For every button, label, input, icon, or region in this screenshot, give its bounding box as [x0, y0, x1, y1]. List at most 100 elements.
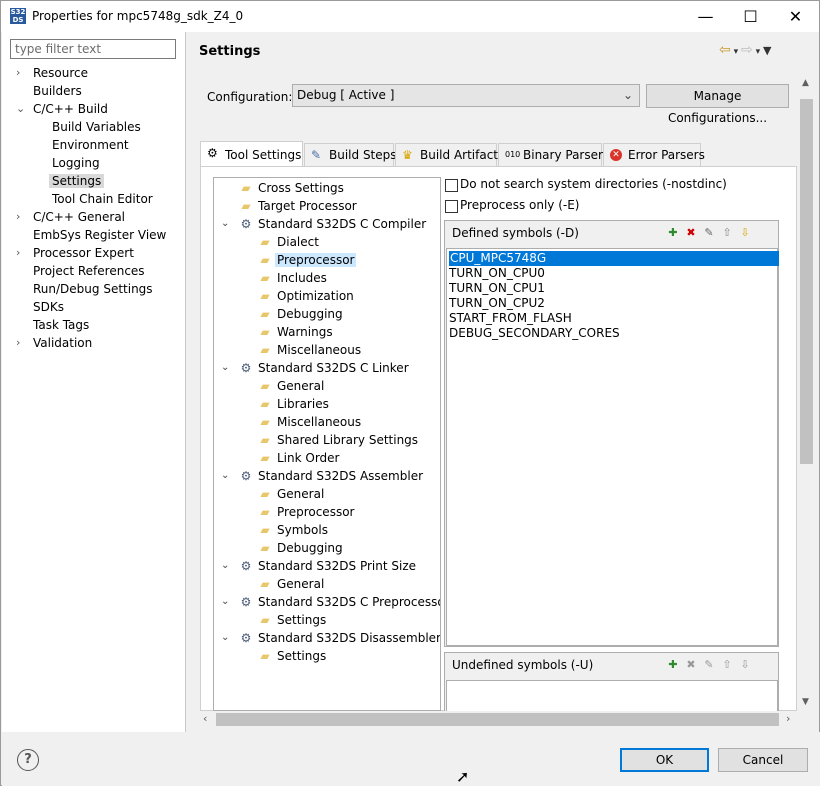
view-menu-icon[interactable]: ▼ — [763, 44, 771, 57]
move-up-icon[interactable]: ⇧ — [718, 224, 736, 242]
list-item[interactable]: START_FROM_FLASH — [449, 311, 572, 326]
sidebar-item[interactable]: ⌄ C/C++ Build — [16, 100, 108, 118]
defined-symbols-list[interactable]: CPU_MPC5748G TURN_ON_CPU0 TURN_ON_CPU1 TURN… — [446, 248, 779, 646]
edit-icon[interactable]: ✎ — [700, 224, 718, 242]
tree-item[interactable]: ▰ Includes — [257, 269, 327, 287]
tree-item[interactable]: ▰ Symbols — [257, 521, 328, 539]
tree-item[interactable]: ▰ Debugging — [257, 539, 342, 557]
chevron-right-icon[interactable]: › — [16, 64, 26, 82]
horizontal-scrollbar[interactable]: ‹ › — [198, 711, 798, 728]
filter-input[interactable]: type filter text — [10, 39, 176, 59]
sidebar-item[interactable]: Run/Debug Settings — [33, 280, 153, 298]
move-down-icon[interactable]: ⇩ — [736, 656, 754, 674]
scroll-up-icon[interactable]: ▲ — [802, 78, 809, 88]
ok-button[interactable]: OK — [620, 748, 709, 772]
add-icon[interactable]: ✚ — [664, 656, 682, 674]
delete-icon[interactable]: ✖ — [682, 656, 700, 674]
preprocess-only-checkbox[interactable] — [445, 200, 458, 213]
chevron-down-icon[interactable]: ⌄ — [221, 629, 231, 647]
horizontal-scroll-thumb[interactable] — [216, 713, 779, 726]
list-item[interactable]: TURN_ON_CPU2 — [449, 296, 545, 311]
tree-item[interactable]: ▰ Optimization — [257, 287, 353, 305]
forward-menu-icon[interactable]: ▾ — [753, 47, 763, 57]
chevron-down-icon[interactable]: ⌄ — [221, 593, 231, 611]
forward-icon[interactable]: ⇨ — [741, 42, 753, 58]
list-item[interactable]: TURN_ON_CPU0 — [449, 266, 545, 281]
tree-item[interactable]: ▰ Settings — [257, 611, 326, 629]
sidebar-item[interactable]: Builders — [33, 82, 82, 100]
close-button[interactable]: ✕ — [773, 1, 818, 32]
help-icon[interactable]: ? — [17, 749, 39, 771]
tab-tool-settings[interactable]: ⚙ Tool Settings — [200, 141, 303, 168]
tree-item[interactable]: ▰ General — [257, 575, 324, 593]
chevron-down-icon[interactable]: ⌄ — [221, 557, 231, 575]
sidebar-item[interactable]: SDKs — [33, 298, 64, 316]
delete-icon[interactable]: ✖ — [682, 224, 700, 242]
sidebar-item[interactable]: › C/C++ General — [16, 208, 125, 226]
scroll-down-icon[interactable]: ▼ — [802, 697, 809, 707]
tab-build-artifact[interactable]: ♛ Build Artifact — [395, 143, 498, 167]
chevron-down-icon[interactable]: ⌄ — [16, 100, 26, 118]
sidebar-item[interactable]: › Validation — [16, 334, 92, 352]
move-up-icon[interactable]: ⇧ — [718, 656, 736, 674]
list-item[interactable]: DEBUG_SECONDARY_CORES — [449, 326, 620, 341]
tree-item[interactable]: ⌄ ⚙ Standard S32DS C Compiler — [221, 215, 426, 233]
tree-item[interactable]: ⌄ ⚙ Standard S32DS C Preprocessor — [221, 593, 440, 611]
tree-item[interactable]: ▰ Debugging — [257, 305, 342, 323]
chevron-right-icon[interactable]: › — [16, 244, 26, 262]
sidebar-item[interactable]: › Resource — [16, 64, 88, 82]
configuration-select[interactable]: Debug [ Active ] ⌄ — [292, 84, 640, 107]
scroll-right-icon[interactable]: › — [786, 712, 790, 725]
edit-icon[interactable]: ✎ — [700, 656, 718, 674]
vertical-scroll-thumb[interactable] — [800, 99, 813, 464]
tree-item[interactable]: ▰ Settings — [257, 647, 326, 665]
sidebar-item[interactable]: Settings — [49, 172, 105, 190]
tab-error-parsers[interactable]: ✕ Error Parsers — [603, 143, 705, 167]
tree-item[interactable]: ▰ Warnings — [257, 323, 332, 341]
tree-item[interactable]: ▰ Preprocessor — [257, 503, 354, 521]
tree-item[interactable]: ▰ Target Processor — [238, 197, 356, 215]
tree-item[interactable]: ⌄ ⚙ Standard S32DS C Linker — [221, 359, 409, 377]
chevron-right-icon[interactable]: › — [16, 334, 26, 352]
chevron-down-icon[interactable]: ⌄ — [221, 359, 231, 377]
sidebar-item[interactable]: Tool Chain Editor — [52, 190, 153, 208]
tree-item[interactable]: ▰ Cross Settings — [238, 179, 344, 197]
undefined-symbols-list[interactable] — [446, 680, 778, 712]
sidebar-item[interactable]: Logging — [52, 154, 100, 172]
tree-item[interactable]: ⌄ ⚙ Standard S32DS Assembler — [221, 467, 423, 485]
tree-item[interactable]: ⌄ ⚙ Standard S32DS Print Size — [221, 557, 416, 575]
tab-binary-parsers[interactable]: 010 Binary Parsers — [498, 143, 609, 167]
sidebar-item[interactable]: › Processor Expert — [16, 244, 134, 262]
maximize-button[interactable]: ☐ — [728, 1, 773, 32]
chevron-right-icon[interactable]: › — [16, 208, 26, 226]
vertical-scrollbar[interactable]: ▲ ▼ — [798, 75, 815, 711]
tree-item[interactable]: ▰ Miscellaneous — [257, 413, 361, 431]
list-item[interactable]: CPU_MPC5748G — [449, 251, 779, 266]
tab-build-steps[interactable]: ✎ Build Steps — [304, 143, 397, 167]
sidebar-item[interactable]: EmbSys Register View — [33, 226, 166, 244]
tree-item[interactable]: ▰ Miscellaneous — [257, 341, 361, 359]
sidebar-item[interactable]: Task Tags — [33, 316, 89, 334]
nostdinc-checkbox[interactable] — [445, 179, 458, 192]
minimize-button[interactable]: — — [683, 1, 728, 32]
tree-item[interactable]: ▰ Shared Library Settings — [257, 431, 418, 449]
tree-item[interactable]: ▰ Dialect — [257, 233, 319, 251]
move-down-icon[interactable]: ⇩ — [736, 224, 754, 242]
tree-item[interactable]: ▰ Link Order — [257, 449, 339, 467]
back-menu-icon[interactable]: ▾ — [731, 47, 741, 57]
chevron-down-icon[interactable]: ⌄ — [221, 467, 231, 485]
sidebar-item[interactable]: Project References — [33, 262, 145, 280]
back-icon[interactable]: ⇦ — [719, 42, 731, 58]
tree-item[interactable]: ▰ Libraries — [257, 395, 328, 413]
sidebar-item[interactable]: Build Variables — [52, 118, 141, 136]
tree-item[interactable]: ⌄ ⚙ Standard S32DS Disassembler — [221, 629, 440, 647]
manage-configurations-button[interactable]: Manage Configurations... — [646, 84, 789, 125]
sidebar-item[interactable]: Environment — [52, 136, 129, 154]
chevron-down-icon[interactable]: ⌄ — [221, 215, 231, 233]
scroll-left-icon[interactable]: ‹ — [203, 712, 207, 725]
tree-item[interactable]: ▰ General — [257, 377, 324, 395]
list-item[interactable]: TURN_ON_CPU1 — [449, 281, 545, 296]
tree-item[interactable]: ▰ General — [257, 485, 324, 503]
cancel-button[interactable]: Cancel — [718, 748, 808, 772]
add-icon[interactable]: ✚ — [664, 224, 682, 242]
